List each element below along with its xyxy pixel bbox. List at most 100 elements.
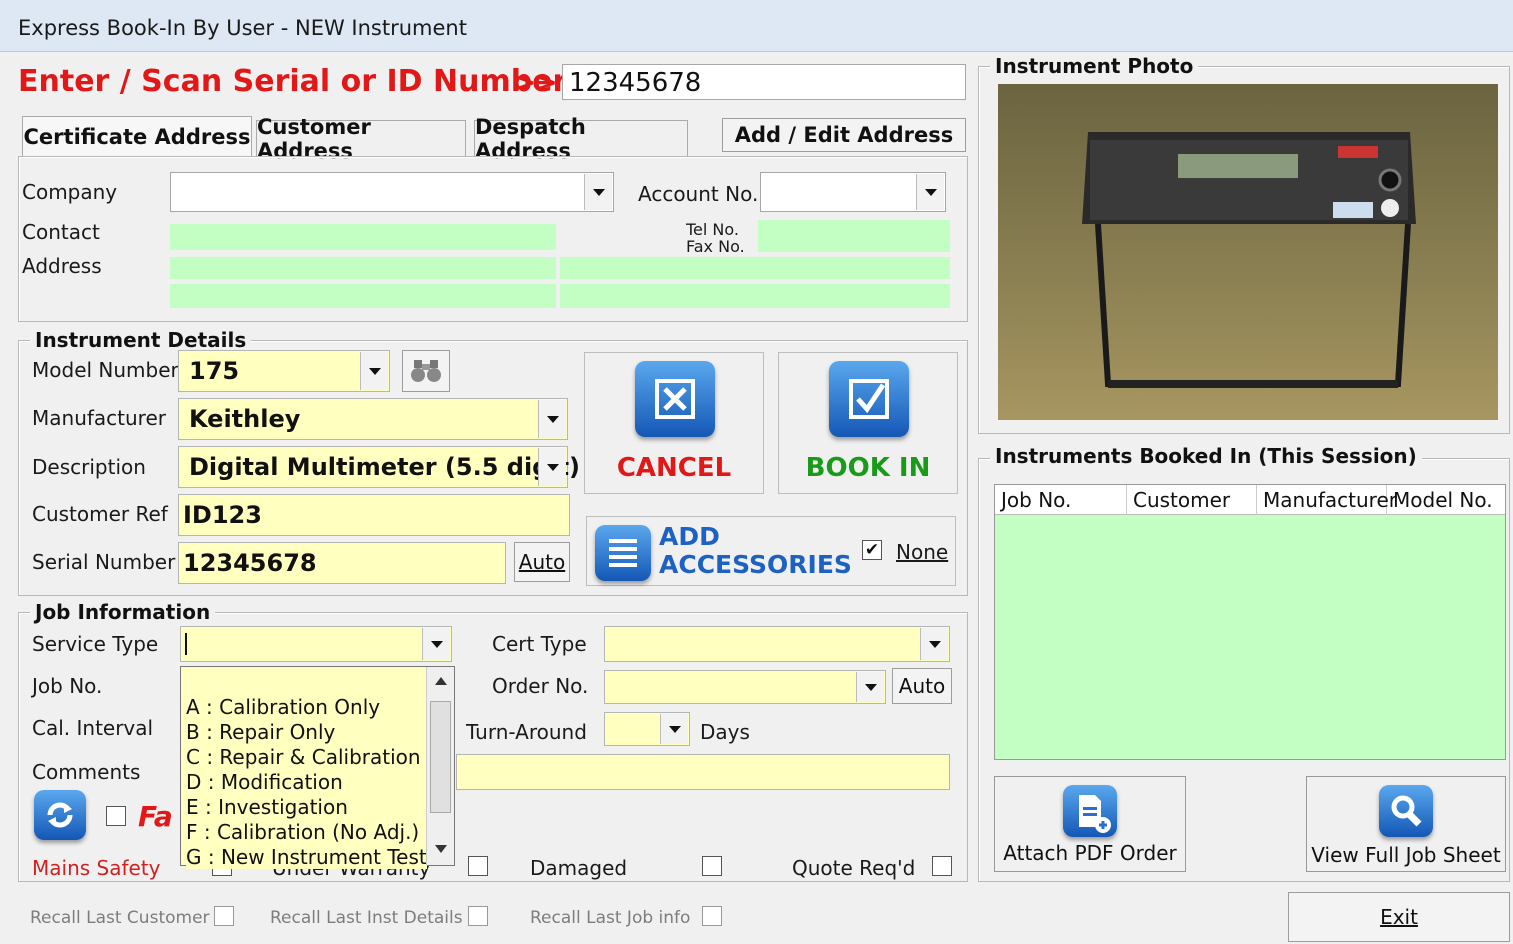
binoculars-search-button[interactable] (402, 350, 450, 392)
cert-type-select[interactable] (604, 626, 950, 662)
chevron-down-icon[interactable] (660, 714, 688, 744)
description-select[interactable]: Digital Multimeter (5.5 digit) (178, 446, 580, 488)
tab-certificate-address[interactable]: Certificate Address (22, 116, 252, 156)
address-line-3[interactable] (170, 284, 556, 308)
chevron-down-icon[interactable] (538, 448, 566, 486)
scroll-up-icon (435, 677, 447, 685)
cancel-icon (635, 361, 715, 437)
order-no-label: Order No. (492, 674, 589, 698)
tab-customer-address[interactable]: Customer Address (256, 115, 466, 163)
fa-label: Fa (138, 800, 173, 833)
chevron-down-icon[interactable] (538, 400, 566, 438)
multimeter-image (1082, 132, 1416, 388)
comments-label: Comments (32, 760, 141, 784)
list-item[interactable]: D : Modification (186, 770, 343, 794)
tab-despatch-address[interactable]: Despatch Address (474, 115, 688, 163)
turnaround-select[interactable] (604, 712, 690, 746)
recall-last-customer-label: Recall Last Customer (30, 908, 210, 928)
days-label: Days (700, 720, 750, 744)
cert-type-label: Cert Type (492, 632, 587, 656)
account-no-select[interactable] (760, 172, 946, 212)
order-no-select[interactable] (604, 670, 886, 704)
recall-last-customer-checkbox[interactable] (214, 906, 234, 926)
none-label: None (896, 540, 949, 564)
contact-label: Contact (22, 220, 100, 244)
column-header-model-no[interactable]: Model No. (1387, 485, 1505, 515)
exit-button[interactable]: Exit (1288, 892, 1510, 942)
window-title: Express Book-In By User - NEW Instrument (18, 16, 467, 40)
list-item[interactable]: B : Repair Only (186, 720, 335, 744)
column-header-manufacturer[interactable]: Manufacturer (1257, 485, 1397, 515)
recall-last-inst-checkbox[interactable] (468, 906, 488, 926)
column-header-job-no[interactable]: Job No. (995, 485, 1127, 515)
serial-auto-button[interactable]: Auto (514, 542, 570, 582)
service-type-dropdown-list[interactable]: A : Calibration Only B : Repair Only C :… (180, 666, 455, 869)
service-type-label: Service Type (32, 632, 159, 656)
contact-field[interactable] (170, 224, 556, 250)
instrument-photo (998, 84, 1498, 420)
recall-last-job-label: Recall Last Job info (530, 908, 691, 928)
customer-ref-input[interactable]: ID123 (178, 494, 570, 536)
cancel-button[interactable]: CANCEL (584, 352, 764, 494)
chevron-down-icon[interactable] (584, 174, 612, 210)
damaged-checkbox[interactable] (702, 856, 722, 876)
company-label: Company (22, 180, 118, 204)
view-full-job-sheet-button[interactable]: View Full Job Sheet (1306, 776, 1506, 872)
attach-pdf-order-button[interactable]: Attach PDF Order (994, 776, 1186, 872)
book-in-button[interactable]: BOOK IN (778, 352, 958, 494)
order-auto-button[interactable]: Auto (892, 668, 952, 704)
title-bar: Express Book-In By User - NEW Instrument (0, 0, 1513, 52)
refresh-button[interactable] (34, 790, 86, 840)
chevron-down-icon[interactable] (856, 672, 884, 702)
serial-scan-input[interactable]: 12345678 (562, 64, 966, 100)
service-type-select[interactable] (180, 626, 452, 662)
magnifier-icon (1379, 785, 1433, 837)
list-item[interactable]: G : New Instrument Test (186, 845, 427, 869)
manufacturer-select[interactable]: Keithley (178, 398, 568, 440)
model-number-select[interactable]: 175 (178, 350, 390, 392)
list-icon (595, 525, 651, 581)
mains-safety-label: Mains Safety (32, 856, 161, 880)
list-item[interactable]: E : Investigation (186, 795, 348, 819)
refresh-icon (47, 802, 73, 828)
chevron-down-icon[interactable] (920, 628, 948, 660)
recall-last-inst-label: Recall Last Inst Details (270, 908, 463, 928)
chevron-down-icon[interactable] (916, 174, 944, 210)
list-item[interactable]: A : Calibration Only (186, 695, 380, 719)
add-edit-address-button[interactable]: Add / Edit Address (722, 118, 966, 152)
fa-checkbox[interactable] (106, 806, 126, 826)
address-line-1[interactable] (170, 257, 556, 279)
recall-last-job-checkbox[interactable] (702, 906, 722, 926)
turnaround-label: Turn-Around (466, 720, 587, 744)
comments-input[interactable] (456, 754, 950, 790)
chevron-down-icon[interactable] (360, 352, 388, 390)
quote-reqd-checkbox[interactable] (932, 856, 952, 876)
session-list-header: Job No. Customer Manufacturer Model No. (995, 485, 1505, 515)
list-item[interactable]: F : Calibration (No Adj.) (186, 820, 419, 844)
scan-arrow: >> (514, 68, 558, 98)
tel-fax-field[interactable] (758, 220, 950, 252)
address-line-4[interactable] (560, 284, 950, 308)
list-item[interactable]: C : Repair & Calibration (186, 745, 421, 769)
session-list[interactable]: Job No. Customer Manufacturer Model No. (994, 484, 1506, 760)
serial-number-input[interactable]: 12345678 (178, 542, 506, 584)
quote-reqd-label: Quote Req'd (792, 856, 916, 880)
column-header-customer[interactable]: Customer (1127, 485, 1257, 515)
account-no-label: Account No. (638, 182, 759, 206)
address-line-2[interactable] (560, 257, 950, 279)
chevron-down-icon[interactable] (422, 628, 450, 660)
instrument-photo-title: Instrument Photo (990, 54, 1199, 78)
dropdown-scrollbar[interactable] (426, 667, 454, 865)
scroll-thumb[interactable] (430, 701, 451, 813)
damaged-label: Damaged (530, 856, 628, 880)
company-select[interactable] (170, 172, 614, 212)
under-warranty-checkbox[interactable] (468, 856, 488, 876)
fax-no-label: Fax No. (686, 237, 745, 256)
binoculars-icon (411, 360, 441, 382)
none-checkbox[interactable]: ✔ (862, 540, 882, 560)
checkmark-icon (829, 361, 909, 437)
scan-prompt: Enter / Scan Serial or ID Number (18, 64, 568, 99)
serial-number-label: Serial Number (32, 550, 176, 574)
scroll-down-icon (435, 845, 447, 853)
cal-interval-label: Cal. Interval (32, 716, 154, 740)
